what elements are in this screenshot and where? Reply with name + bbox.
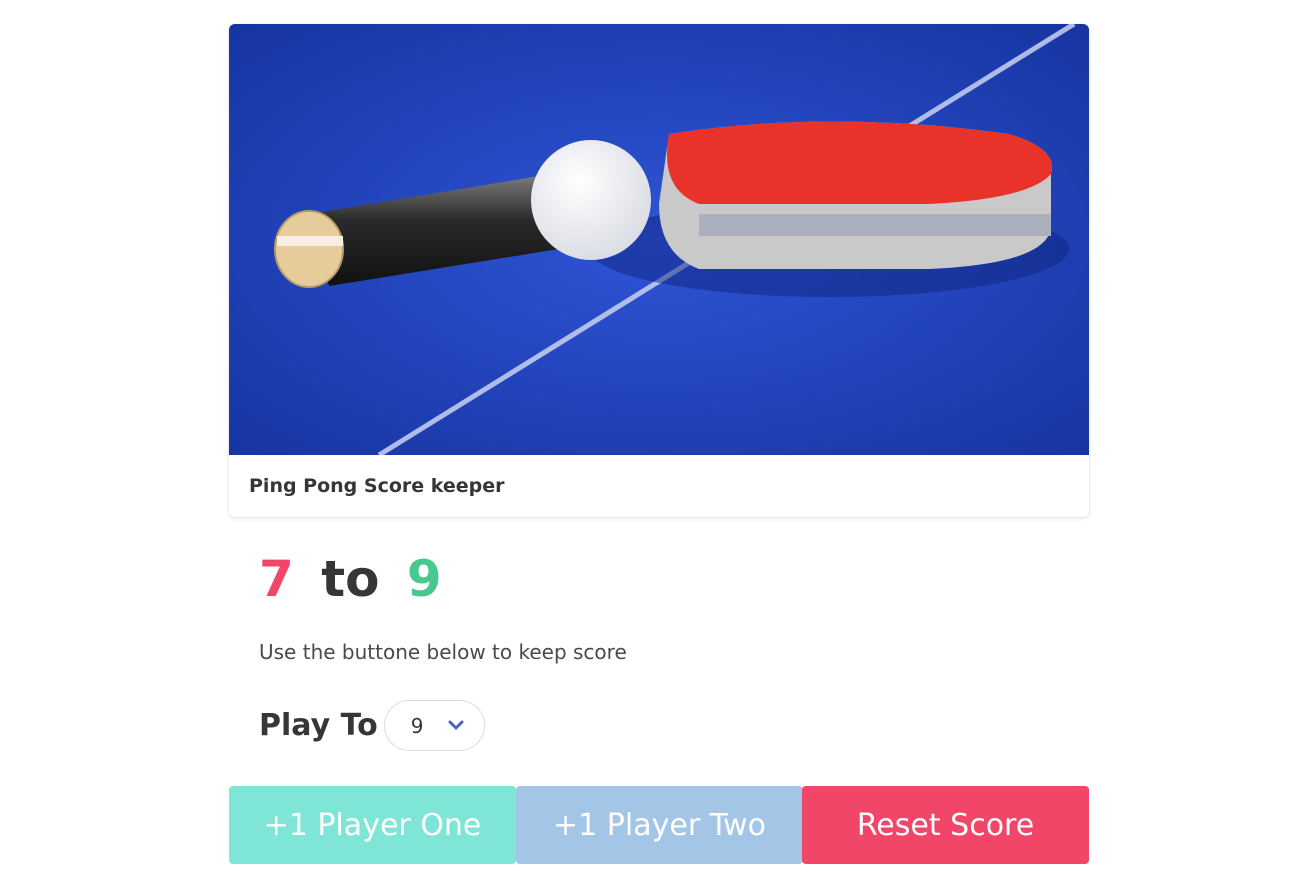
play-to-row: Play To 9 xyxy=(259,700,485,751)
player-two-score: 9 xyxy=(406,550,442,608)
score-display: 7 to 9 xyxy=(259,548,442,610)
chevron-down-icon xyxy=(448,720,464,730)
score-card: Ping Pong Score keeper xyxy=(229,24,1089,517)
player-two-add-button[interactable]: +1 Player Two xyxy=(516,786,803,864)
player-one-add-button[interactable]: +1 Player One xyxy=(229,786,516,864)
play-to-label: Play To xyxy=(259,708,378,743)
ping-pong-image xyxy=(229,24,1089,455)
card-title: Ping Pong Score keeper xyxy=(249,475,505,497)
instruction-text: Use the buttone below to keep score xyxy=(259,640,627,664)
reset-score-button[interactable]: Reset Score xyxy=(802,786,1089,864)
player-one-score: 7 xyxy=(259,550,294,608)
play-to-select-value: 9 xyxy=(410,713,424,738)
score-separator: to xyxy=(321,550,380,608)
play-to-select[interactable]: 9 xyxy=(383,700,485,751)
